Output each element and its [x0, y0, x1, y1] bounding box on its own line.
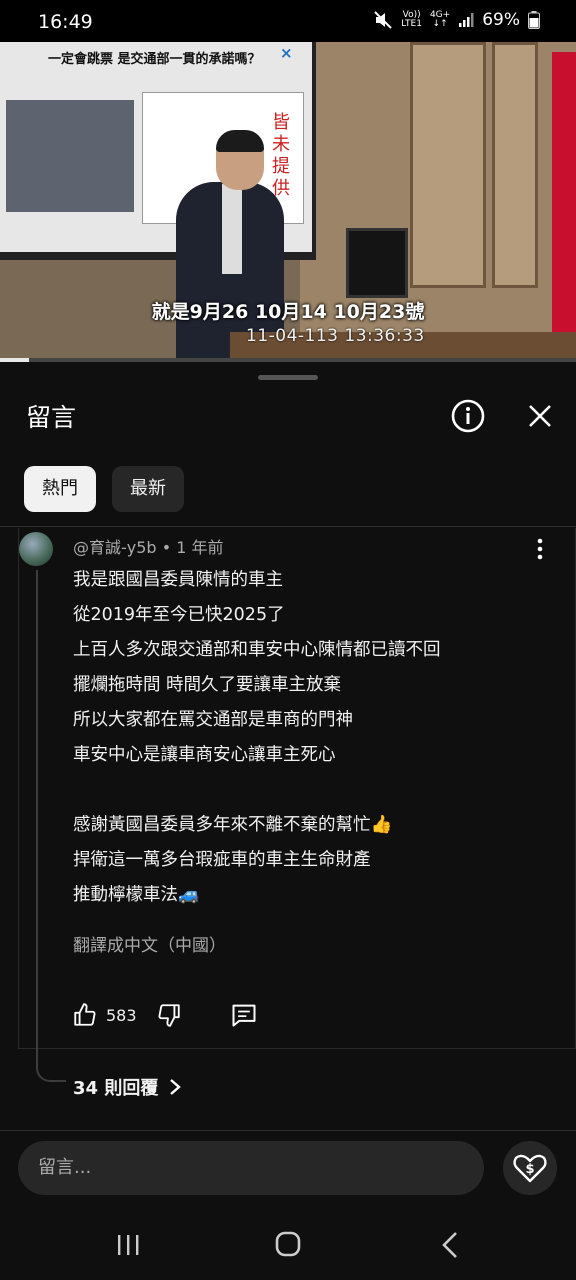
network-indicator: 4G+ ↓↑ [430, 11, 450, 29]
battery-percent: 69% [482, 10, 520, 30]
back-icon [442, 1232, 457, 1258]
network-bottom: ↓↑ [432, 19, 448, 29]
slide-title: 一定會跳票 是交通部一貫的承諾嗎？ [48, 52, 261, 67]
comment-line: 所以大家都在罵交通部是車商的門神 [73, 710, 353, 730]
avatar[interactable] [19, 532, 53, 566]
video-subtitle: 就是9月26 10月14 10月23號 [151, 301, 425, 323]
flag [552, 52, 576, 332]
home-button[interactable] [268, 1228, 308, 1262]
divider [0, 526, 576, 527]
separator-dot: • [161, 538, 177, 557]
wall-panel [492, 42, 538, 288]
comment-line: 車安中心是讓車商安心讓車主死心 [73, 745, 336, 765]
status-bar: 16:49 Vo)) LTE1 4G+ ↓↑ 69% [0, 0, 576, 42]
divider [0, 1130, 576, 1131]
chevron-right-icon [170, 1079, 182, 1095]
svg-text:$: $ [525, 1162, 534, 1177]
info-icon [451, 399, 485, 433]
video-player[interactable]: 一定會跳票 是交通部一貫的承諾嗎？ × 皆未提供 就是9月26 10月14 10… [0, 42, 576, 360]
comments-sheet: 留言 熱門 最新 @育誠-y5b • 1 年前 我是跟國昌委員陳情的車主 從20… [0, 362, 576, 1280]
reply-button[interactable] [230, 1000, 258, 1030]
comment-input[interactable]: 留言... [18, 1141, 484, 1195]
comment-line: 感謝黃國昌委員多年來不離不棄的幫忙👍 [73, 815, 393, 835]
comment-line: 我是跟國昌委員陳情的車主 [73, 570, 283, 590]
comment-time: 1 年前 [176, 538, 224, 557]
status-icons: Vo)) LTE1 4G+ ↓↑ 69% [373, 10, 540, 30]
thread-line [36, 570, 66, 1082]
comment-line: 擺爛拖時間 時間久了要讓車主放棄 [73, 675, 342, 695]
system-nav-bar [0, 1210, 576, 1280]
comment-author[interactable]: @育誠-y5b [73, 538, 157, 557]
info-button[interactable] [450, 398, 486, 434]
close-button[interactable] [522, 398, 558, 434]
view-replies-button[interactable]: 34 則回覆 [73, 1074, 182, 1100]
signal-icon [459, 13, 474, 27]
recent-apps-icon [118, 1235, 139, 1255]
sheet-title: 留言 [26, 403, 77, 432]
volte-indicator: Vo)) LTE1 [401, 11, 422, 29]
comment-author-line: @育誠-y5b • 1 年前 [73, 534, 224, 558]
comment-icon [232, 1004, 256, 1027]
comment-line: 上百人多次跟交通部和車安中心陳情都已讀不回 [73, 640, 441, 660]
home-icon [275, 1231, 301, 1257]
comment-line: 推動檸檬車法🚙 [73, 885, 200, 905]
battery-icon [528, 11, 540, 29]
comment-line: 捍衛這一萬多台瑕疵車的車主生命財產 [73, 850, 371, 870]
like-count: 583 [106, 1005, 137, 1025]
like-button[interactable]: 583 [72, 1000, 137, 1030]
recent-apps-button[interactable] [108, 1228, 148, 1262]
more-vertical-icon [537, 538, 543, 560]
speaker-hair [216, 130, 264, 152]
slide-close-mark: × [280, 44, 293, 62]
desk-monitor [346, 228, 408, 298]
dislike-button[interactable] [156, 1000, 182, 1030]
thumbs-up-icon [74, 1003, 96, 1026]
comment-text: 我是跟國昌委員陳情的車主 從2019年至今已快2025了 上百人多次跟交通部和車… [73, 563, 543, 913]
mute-icon [374, 11, 392, 29]
wall-panel [410, 42, 486, 288]
close-icon [529, 405, 551, 427]
heart-dollar-icon: $ [513, 1154, 547, 1183]
tab-newest[interactable]: 最新 [112, 466, 184, 512]
tab-top[interactable]: 熱門 [24, 466, 96, 512]
more-options-button[interactable] [528, 536, 552, 562]
comment-line [73, 773, 543, 808]
comment-line: 從2019年至今已快2025了 [73, 605, 285, 625]
translate-link[interactable]: 翻譯成中文（中國） [73, 931, 226, 956]
back-button[interactable] [430, 1228, 470, 1262]
thumbs-down-icon [158, 1004, 180, 1027]
video-timestamp: 11-04-113 13:36:33 [246, 326, 425, 346]
drag-handle[interactable] [258, 375, 318, 380]
status-time: 16:49 [38, 11, 93, 33]
super-thanks-button[interactable]: $ [503, 1141, 557, 1195]
speaker-shirt [222, 184, 242, 274]
reply-count: 34 則回覆 [73, 1078, 159, 1099]
volte-bottom: LTE1 [401, 19, 422, 29]
slide-photo [6, 100, 134, 212]
